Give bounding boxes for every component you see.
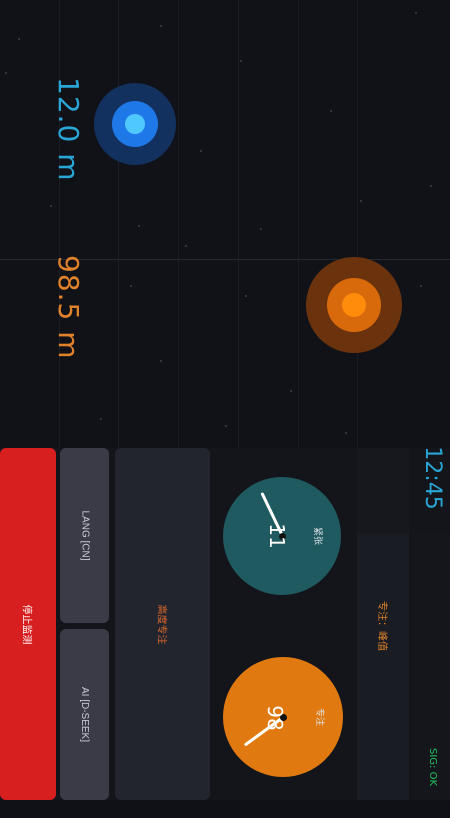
grid-line xyxy=(298,0,299,450)
star xyxy=(18,38,20,40)
star xyxy=(420,285,422,287)
clock-time: 12:45 xyxy=(420,446,445,510)
language-label: LANG [CN] xyxy=(79,510,91,561)
target-marker-blue[interactable] xyxy=(94,83,176,165)
ai-model-button[interactable]: AI [D-SEEK] xyxy=(60,629,109,800)
stress-gauge: 11 紧张 xyxy=(223,477,341,595)
focus-mode-label: 高度专注 xyxy=(155,604,166,644)
signal-status: SIG: OK xyxy=(427,748,438,787)
star xyxy=(225,425,227,427)
grid-line xyxy=(59,0,60,450)
focus-state-text: 专注：峰值 xyxy=(376,601,387,651)
star xyxy=(290,390,292,392)
star xyxy=(5,72,7,74)
stress-gauge-label: 紧张 xyxy=(312,526,322,545)
star xyxy=(345,432,347,434)
star xyxy=(200,150,202,152)
ai-model-label: AI [D-SEEK] xyxy=(79,686,91,743)
star xyxy=(50,205,52,207)
stop-monitoring-button[interactable]: 停止监测 xyxy=(0,448,56,800)
star xyxy=(415,12,417,14)
star xyxy=(240,60,242,62)
grid-line xyxy=(238,0,239,450)
target-marker-orange[interactable] xyxy=(306,257,402,353)
star xyxy=(330,110,332,112)
target-orange-distance: 98.5 m xyxy=(52,255,85,360)
star xyxy=(100,418,102,420)
grid-line xyxy=(357,0,358,450)
signal-panel: SIG: OK xyxy=(413,533,450,800)
clock-backdrop xyxy=(357,448,409,533)
focus-mode-button[interactable]: 高度专注 xyxy=(115,448,210,800)
star xyxy=(360,200,362,202)
star xyxy=(185,245,187,247)
star xyxy=(430,185,432,187)
target-blue-distance: 12.0 m xyxy=(52,77,85,182)
focus-gauge-label: 专注 xyxy=(314,707,324,726)
star xyxy=(130,285,132,287)
grid-line xyxy=(178,0,179,450)
star xyxy=(160,360,162,362)
focus-state-panel: 专注：峰值 xyxy=(357,533,409,800)
stop-monitoring-label: 停止监测 xyxy=(20,604,32,644)
grid-line xyxy=(118,0,119,450)
language-button[interactable]: LANG [CN] xyxy=(60,448,109,623)
star xyxy=(138,225,140,227)
focus-gauge-value: 98 xyxy=(263,705,287,731)
star xyxy=(245,295,247,297)
stress-gauge-value: 11 xyxy=(265,523,289,549)
star xyxy=(260,228,262,230)
focus-gauge: 98 专注 xyxy=(223,657,343,777)
star xyxy=(160,25,162,27)
